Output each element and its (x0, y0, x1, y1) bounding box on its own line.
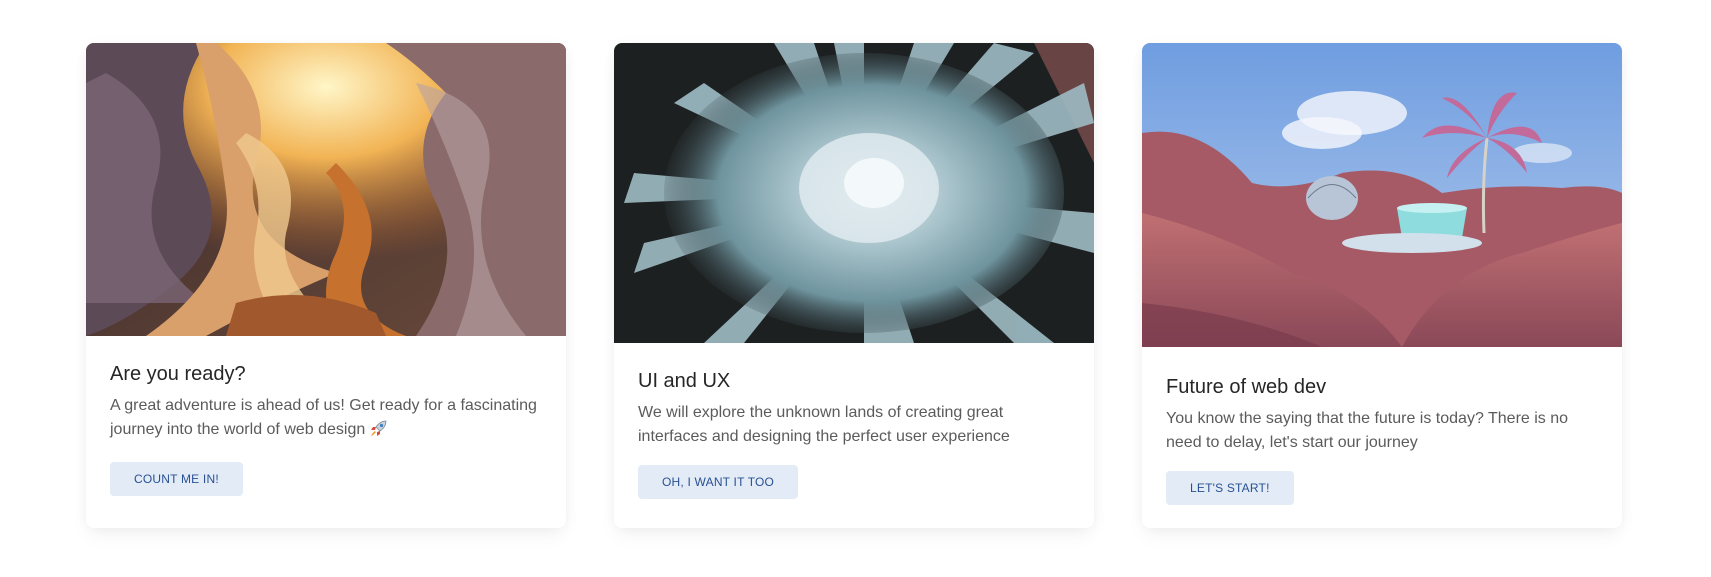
rocket-icon (369, 418, 389, 446)
card-title: UI and UX (638, 370, 731, 392)
abstract-burst-image (614, 43, 1094, 343)
card-body: UI and UX We will explore the unknown la… (614, 343, 1094, 499)
canyon-image (86, 43, 566, 336)
card-text: You know the saying that the future is t… (1166, 410, 1569, 451)
card-body: Future of web dev You know the saying th… (1142, 347, 1622, 505)
card-ui-and-ux: UI and UX We will explore the unknown la… (614, 43, 1094, 528)
lets-start-button[interactable]: Let's start! (1166, 471, 1294, 505)
card-title: Future of web dev (1166, 376, 1327, 398)
card-text: A great adventure is ahead of us! Get re… (110, 394, 542, 446)
card-body: Are you ready? A great adventure is ahea… (86, 336, 566, 496)
card-text: We will explore the unknown lands of cre… (638, 404, 1010, 445)
card-are-you-ready: Are you ready? A great adventure is ahea… (86, 43, 566, 528)
card-text-content: A great adventure is ahead of us! Get re… (110, 397, 537, 438)
card-future-of-web-dev: Future of web dev You know the saying th… (1142, 43, 1622, 528)
count-me-in-button[interactable]: Count me in! (110, 462, 243, 496)
pink-landscape-image (1142, 43, 1622, 347)
oh-i-want-it-too-button[interactable]: Oh, I want it too (638, 465, 799, 499)
card-title: Are you ready? (110, 363, 246, 385)
card-grid: Are you ready? A great adventure is ahea… (0, 0, 1711, 577)
